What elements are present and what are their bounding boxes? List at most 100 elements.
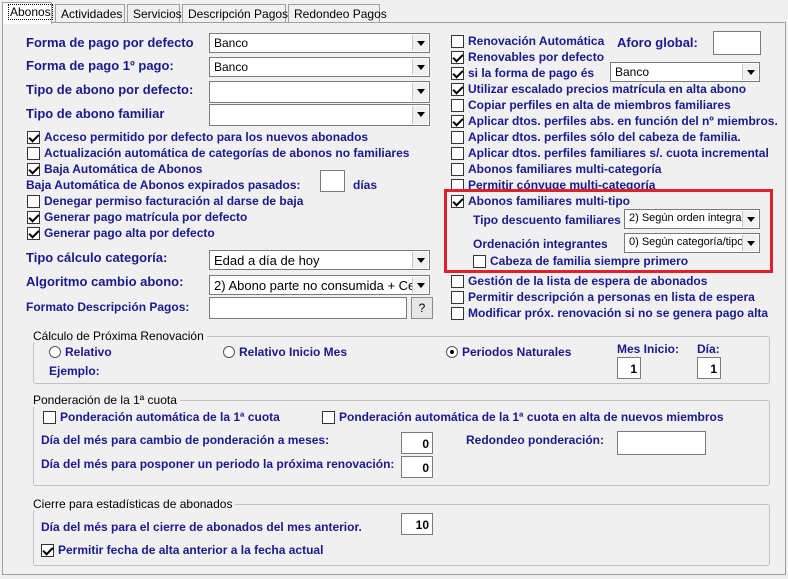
- tipo-abono-defecto-select[interactable]: [209, 81, 430, 103]
- si-forma-pago-checkbox[interactable]: si la forma de pago és: [451, 67, 594, 81]
- mes-inicio-label: Mes Inicio:: [617, 342, 680, 356]
- checkbox-icon: [451, 195, 464, 208]
- baja-expirados-input[interactable]: [320, 170, 345, 192]
- dia-cierre-input[interactable]: 10: [401, 513, 433, 535]
- baja-automatica-checkbox[interactable]: Baja Automática de Abonos: [27, 163, 202, 177]
- tipo-descuento-label: Tipo descuento familiares: [473, 213, 621, 227]
- escalado-precios-checkbox[interactable]: Utilizar escalado precios matrícula en a…: [451, 83, 746, 97]
- ordenacion-select[interactable]: 0) Según categoría/tipo: [624, 233, 760, 253]
- ponderacion-group-title: Ponderación de la 1ª cuota: [30, 393, 180, 407]
- aplicar-dtos-miembros-checkbox[interactable]: Aplicar dtos. perfiles abs. en función d…: [451, 115, 778, 129]
- forma-pago-renovables-select[interactable]: Banco: [610, 62, 760, 82]
- chevron-down-icon: [742, 235, 758, 251]
- periodos-naturales-radio[interactable]: Periodos Naturales: [446, 346, 571, 360]
- tipo-calculo-select[interactable]: Edad a día de hoy: [209, 250, 430, 270]
- baja-expirados-label: Baja Automática de Abonos expirados pasa…: [26, 178, 301, 192]
- relativo-radio[interactable]: Relativo: [49, 346, 112, 360]
- checkbox-icon: [27, 195, 40, 208]
- dia-cambio-input[interactable]: 0: [401, 432, 433, 454]
- checkbox-icon: [451, 115, 464, 128]
- checkbox-icon: [451, 35, 464, 48]
- checkbox-icon: [451, 307, 464, 320]
- checkbox-icon: [451, 147, 464, 160]
- renovacion-automatica-checkbox[interactable]: Renovación Automática: [451, 35, 604, 49]
- chevron-down-icon: [742, 211, 758, 227]
- checkbox-icon: [451, 291, 464, 304]
- forma-pago-1-label: Forma de pago 1º pago:: [26, 58, 174, 73]
- tipo-calculo-label: Tipo cálculo categoría:: [26, 250, 168, 265]
- aforo-global-input[interactable]: [713, 31, 761, 55]
- chevron-down-icon: [412, 59, 428, 75]
- algoritmo-label: Algoritmo cambio abono:: [26, 274, 184, 289]
- checkbox-icon: [451, 275, 464, 288]
- generar-pago-alta-checkbox[interactable]: Generar pago alta por defecto: [27, 227, 215, 241]
- forma-pago-1-select[interactable]: Banco: [209, 57, 430, 77]
- mes-inicio-input[interactable]: 1: [617, 357, 641, 379]
- radio-icon: [49, 346, 61, 358]
- tipo-abono-familiar-label: Tipo de abono familiar: [26, 106, 165, 121]
- checkbox-icon: [43, 411, 56, 424]
- formato-help-button[interactable]: ?: [411, 297, 433, 319]
- ordenacion-label: Ordenación integrantes: [473, 237, 608, 251]
- checkbox-icon: [27, 227, 40, 240]
- aplicar-dtos-cabeza-checkbox[interactable]: Aplicar dtos. perfiles sólo del cabeza d…: [451, 131, 741, 145]
- tipo-abono-familiar-select[interactable]: [209, 104, 430, 126]
- ponderacion-nuevos-checkbox[interactable]: Ponderación automática de la 1ª cuota en…: [322, 411, 724, 425]
- denegar-permiso-checkbox[interactable]: Denegar permiso facturación al darse de …: [27, 195, 303, 209]
- checkbox-icon: [451, 163, 464, 176]
- multi-tipo-checkbox[interactable]: Abonos familiares multi-tipo: [451, 195, 630, 209]
- checkbox-icon: [322, 411, 335, 424]
- dia-posponer-input[interactable]: 0: [401, 456, 433, 478]
- chevron-down-icon: [412, 252, 428, 268]
- checkbox-icon: [27, 163, 40, 176]
- checkbox-icon: [451, 51, 464, 64]
- checkbox-icon: [451, 83, 464, 96]
- checkbox-icon: [41, 544, 54, 557]
- renovacion-group-title: Cálculo de Próxima Renovación: [30, 329, 207, 343]
- multi-categoria-checkbox[interactable]: Abonos familiares multi-categoría: [451, 163, 661, 177]
- cabeza-primero-checkbox[interactable]: Cabeza de familia siempre primero: [473, 255, 688, 269]
- acceso-permitido-checkbox[interactable]: Acceso permitido por defecto para los nu…: [27, 131, 368, 145]
- aforo-global-label: Aforo global:: [617, 35, 698, 50]
- formato-desc-label: Formato Descripción Pagos:: [26, 300, 190, 314]
- cierre-group-title: Cierre para estadísticas de abonados: [30, 497, 236, 511]
- tab-servicios[interactable]: Servicios: [127, 4, 182, 23]
- checkbox-icon: [451, 131, 464, 144]
- modificar-renovacion-checkbox[interactable]: Modificar próx. renovación si no se gene…: [451, 307, 768, 321]
- radio-icon: [223, 346, 235, 358]
- chevron-down-icon: [742, 64, 758, 80]
- checkbox-icon: [27, 211, 40, 224]
- algoritmo-select[interactable]: 2) Abono parte no consumida + Ce: [209, 275, 430, 295]
- tab-descripcion-pagos[interactable]: Descripción Pagos: [182, 4, 288, 23]
- checkbox-icon: [27, 131, 40, 144]
- baja-expirados-unit: días: [353, 178, 378, 192]
- relativo-inicio-mes-radio[interactable]: Relativo Inicio Mes: [223, 346, 347, 360]
- tipo-descuento-select[interactable]: 2) Según orden integrar: [624, 209, 760, 229]
- permitir-fecha-alta-checkbox[interactable]: Permitir fecha de alta anterior a la fec…: [41, 544, 323, 558]
- formato-desc-input[interactable]: [209, 297, 407, 319]
- generar-pago-matricula-checkbox[interactable]: Generar pago matrícula por defecto: [27, 211, 247, 225]
- chevron-down-icon: [412, 106, 428, 124]
- redondeo-input[interactable]: [617, 431, 706, 455]
- renovables-checkbox[interactable]: Renovables por defecto: [451, 51, 604, 65]
- forma-pago-defecto-select[interactable]: Banco: [209, 33, 430, 53]
- checkbox-icon: [473, 255, 486, 268]
- actualizacion-categorias-checkbox[interactable]: Actualización automática de categorías d…: [27, 147, 409, 161]
- forma-pago-defecto-label: Forma de pago por defecto: [26, 35, 194, 50]
- dia-cierre-label: Día del més para el cierre de abonados d…: [41, 520, 362, 534]
- tab-redondeo-pagos[interactable]: Redondeo Pagos: [288, 4, 387, 23]
- lista-espera-checkbox[interactable]: Gestión de la lista de espera de abonado…: [451, 275, 707, 289]
- dia-input[interactable]: 1: [697, 357, 721, 379]
- ponderacion-auto-checkbox[interactable]: Ponderación automática de la 1ª cuota: [43, 411, 280, 425]
- tab-actividades[interactable]: Actividades: [55, 4, 125, 23]
- aplicar-dtos-incremental-checkbox[interactable]: Aplicar dtos. perfiles familiares s/. cu…: [451, 147, 769, 161]
- chevron-down-icon: [412, 83, 428, 101]
- tab-abonos[interactable]: Abonos: [2, 2, 53, 24]
- checkbox-icon: [27, 147, 40, 160]
- permitir-descripcion-checkbox[interactable]: Permitir descripción a personas en lista…: [451, 291, 755, 305]
- dia-label: Día:: [697, 342, 720, 356]
- chevron-down-icon: [412, 35, 428, 51]
- copiar-perfiles-checkbox[interactable]: Copiar perfiles en alta de miembros fami…: [451, 99, 731, 113]
- radio-icon: [446, 346, 458, 358]
- checkbox-icon: [451, 99, 464, 112]
